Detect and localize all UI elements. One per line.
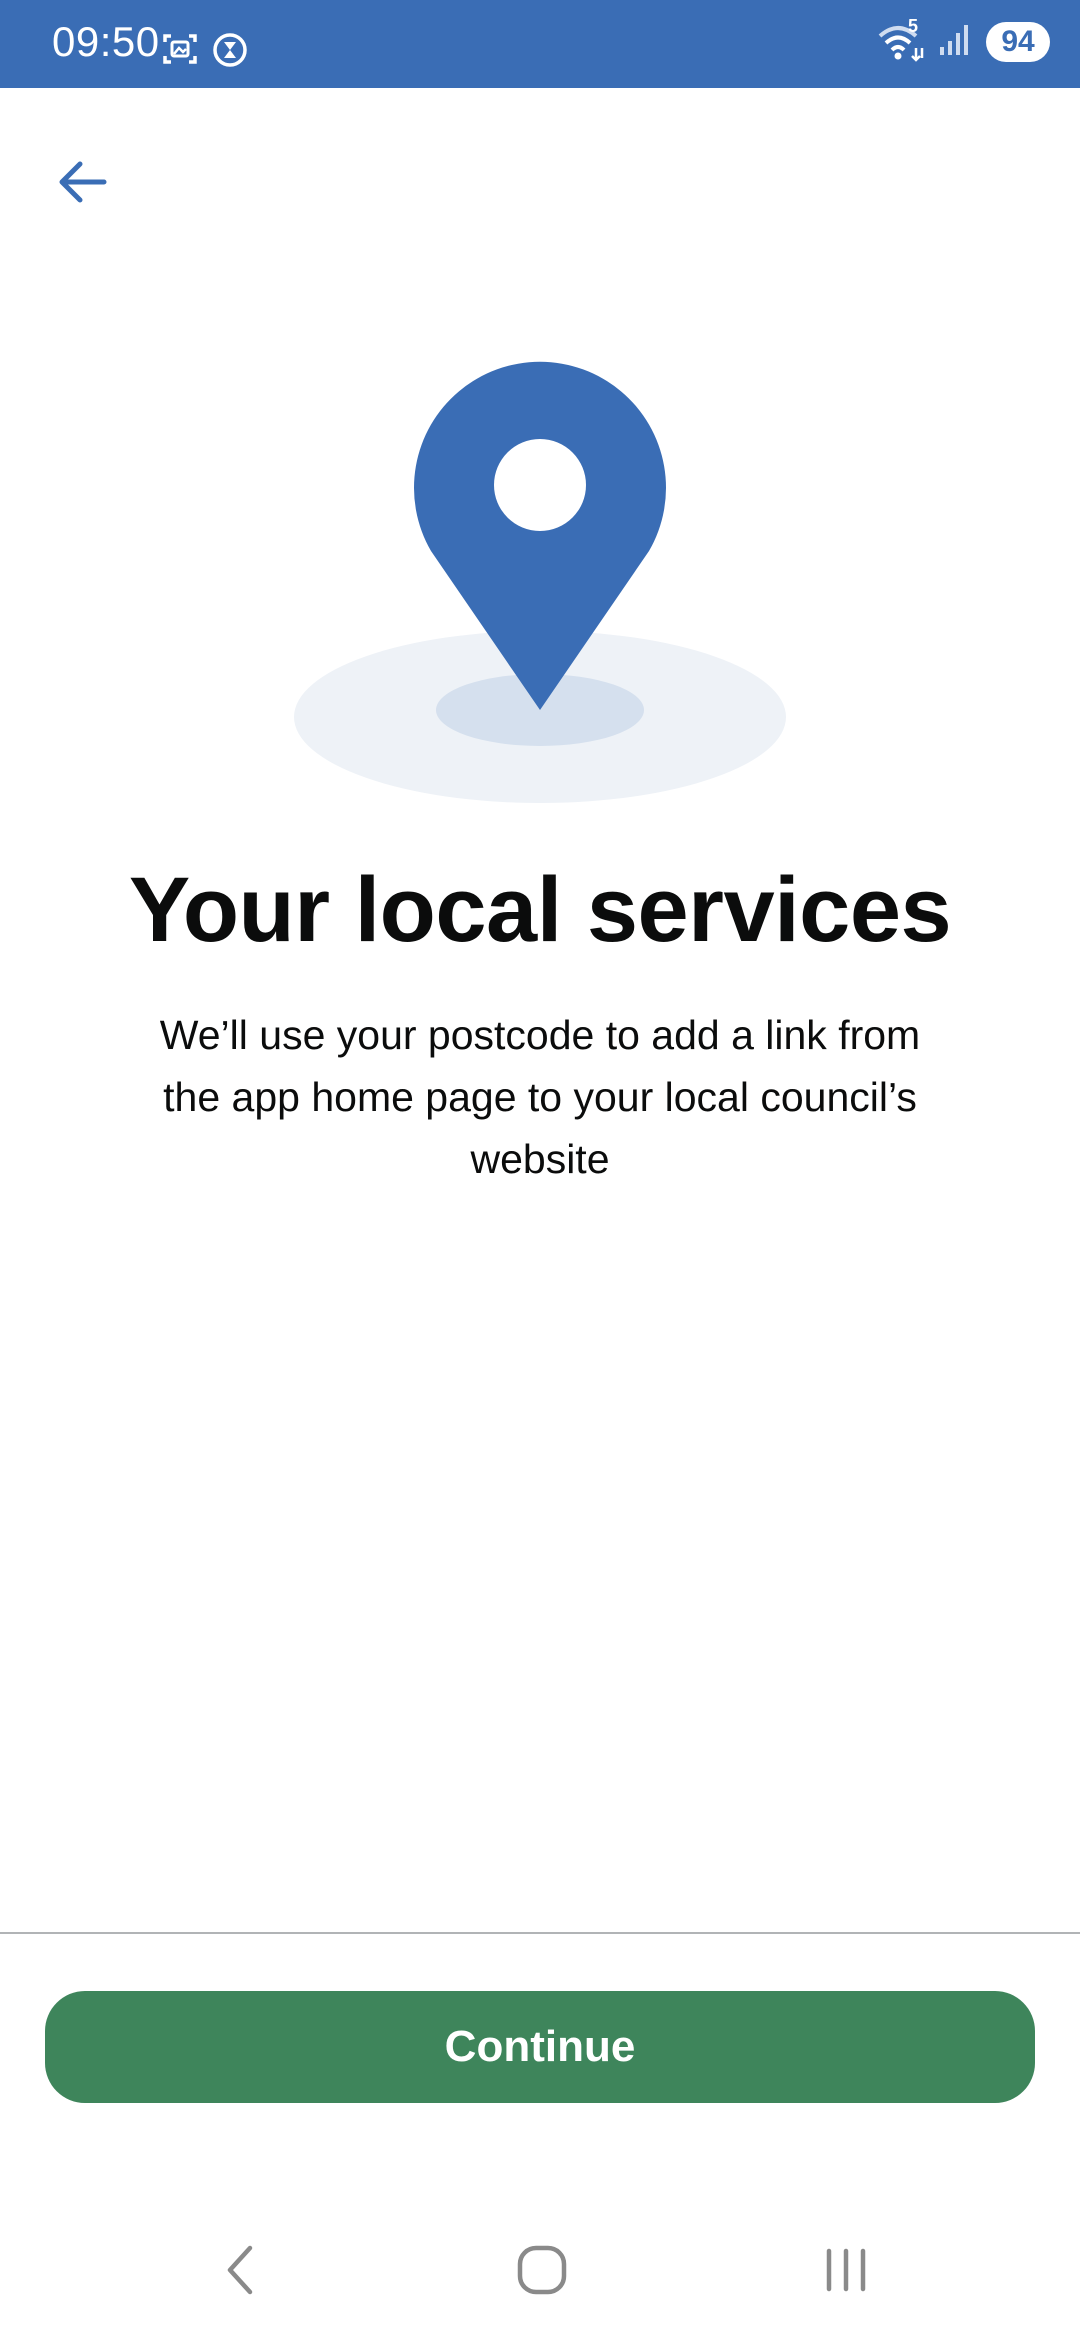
status-time: 09:50: [52, 18, 160, 65]
nav-back-button[interactable]: [190, 2220, 290, 2320]
nav-home-button[interactable]: [492, 2220, 592, 2320]
nav-back-icon: [227, 2245, 253, 2295]
timer-icon: [212, 32, 248, 73]
network-badge: 5: [908, 16, 919, 36]
status-left-icons: [162, 32, 248, 73]
nav-recents-button[interactable]: [796, 2220, 896, 2320]
status-right-icons: 5 94: [878, 16, 1050, 62]
battery-icon: 94: [986, 22, 1050, 62]
location-illustration: [290, 350, 790, 810]
continue-button[interactable]: Continue: [45, 1991, 1035, 2103]
back-button[interactable]: [50, 150, 114, 214]
nav-home-icon: [517, 2245, 567, 2295]
back-arrow-icon: [59, 161, 107, 203]
signal-icon: [938, 23, 972, 62]
page-description: We’ll use your postcode to add a link fr…: [159, 1012, 921, 1182]
nav-recents-icon: [826, 2248, 866, 2292]
footer-divider: [0, 1932, 1080, 1934]
system-nav-bar: [0, 2220, 1080, 2320]
status-bar: 09:50 5 94: [0, 0, 1080, 88]
page-title: Your local services: [128, 859, 952, 961]
screenshot-icon: [162, 32, 198, 73]
wifi-icon: 5: [878, 16, 924, 62]
